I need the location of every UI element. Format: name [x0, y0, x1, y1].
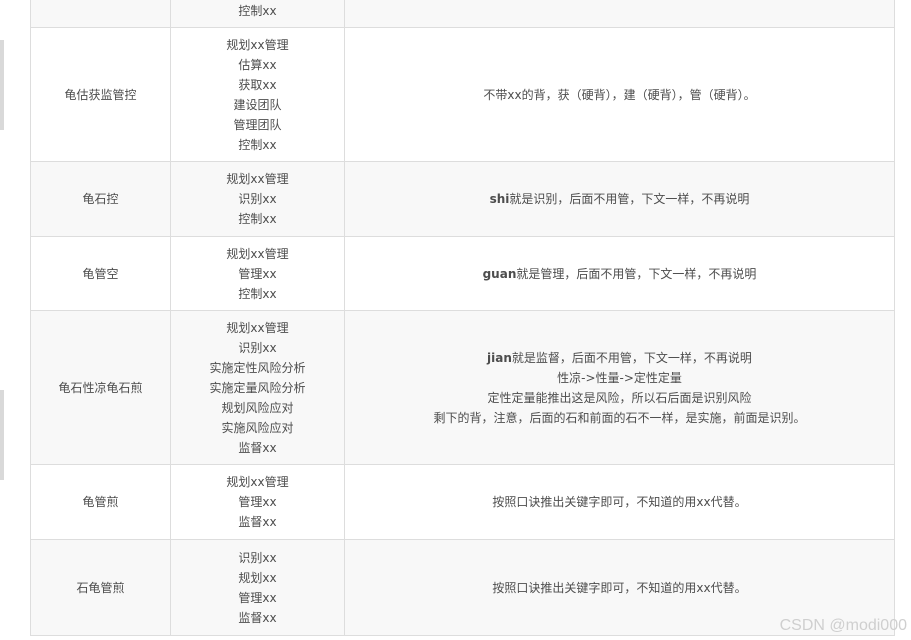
table-row: 龟石控 规划xx管理 识别xx 控制xx shi就是识别，后面不用管，下文一样，不再说明: [30, 161, 895, 237]
explanation-cell: guan就是管理，后面不用管，下文一样，不再说明: [344, 236, 895, 311]
explanation-line: 不带xx的背，获（硬背），建（硬背），管（硬背）。: [345, 85, 894, 105]
process-item: 实施风险应对: [221, 420, 294, 435]
explanation-line: guan就是管理，后面不用管，下文一样，不再说明: [345, 264, 894, 284]
process-item: 管理xx: [238, 590, 277, 605]
explanation-text: 按照口诀推出关键字即可，不知道的用xx代替。: [492, 495, 747, 509]
process-item: 管理xx: [238, 266, 277, 281]
mnemonic-cell: 龟估获监管控: [30, 27, 171, 162]
process-item: 规划xx管理: [226, 246, 289, 261]
process-item: 规划xx管理: [226, 172, 289, 186]
explanation-text: 就是管理，后面不用管，下文一样，不再说明: [516, 266, 757, 281]
mnemonic-cell: 龟石性凉龟石煎: [30, 310, 171, 465]
process-list-cell: 规划xx管理 识别xx 实施定性风险分析 实施定量风险分析 规划风险应对 实施风险应对 监督…: [170, 310, 345, 465]
process-list-cell: 规划xx管理 识别xx 控制xx: [170, 161, 345, 237]
table-row: 石龟管煎 识别xx 规划xx 管理xx 监督xx 按照口诀推出关键字即可，不知道的用xx代…: [30, 539, 895, 636]
mnemonic-cell: 龟石控: [30, 161, 171, 237]
process-item: 控制xx: [238, 4, 277, 18]
process-list-cell: 规划xx管理 估算xx 获取xx 建设团队管理团队控制xx: [170, 27, 345, 162]
explanation-text: 就是监督，后面不用管，下文一样，不再说明: [511, 350, 752, 365]
process-item: 监督xx: [238, 515, 277, 529]
table-row: 龟石性凉龟石煎 规划xx管理 识别xx 实施定性风险分析 实施定量风险分析 规划风险应对实…: [30, 310, 895, 465]
process-item: 获取xx: [238, 77, 277, 92]
process-item: 监督xx: [238, 440, 277, 455]
table-row: 控制xx: [30, 0, 895, 28]
explanation-text: 剩下的背，注意，后面的石和前面的石不一样，是实施，前面是识别。: [433, 410, 806, 425]
explanation-cell: shi就是识别，后面不用管，下文一样，不再说明: [344, 161, 895, 237]
mnemonic-cell: 龟管煎: [30, 464, 171, 540]
process-item: 识别xx: [238, 340, 277, 355]
process-item: 控制xx: [238, 286, 277, 301]
explanation-line: 按照口诀推出关键字即可，不知道的用xx代替。: [345, 578, 894, 598]
left-gutter: [0, 0, 4, 640]
explanation-line: 剩下的背，注意，后面的石和前面的石不一样，是实施，前面是识别。: [345, 408, 894, 428]
explanation-cell: [344, 0, 895, 28]
process-list-cell: 识别xx 规划xx 管理xx 监督xx: [170, 539, 345, 636]
process-list-cell: 规划xx管理 管理xx 监督xx: [170, 464, 345, 540]
process-item: 管理团队: [233, 117, 282, 132]
keyword-bold: guan: [482, 266, 517, 281]
mnemonic-table: 控制xx 龟估获监管控 规划xx管理 估算xx 获取xx 建设团队 管理团队 控制xx 不带xx…: [30, 0, 895, 636]
process-item: 实施定性风险分析: [209, 360, 306, 375]
process-list-cell: 规划xx管理 管理xx 控制xx: [170, 236, 345, 311]
process-item: 识别xx: [238, 550, 277, 565]
process-list-cell: 控制xx: [170, 0, 345, 28]
mnemonic-cell: 石龟管煎: [30, 539, 171, 636]
process-item: 规划xx管理: [226, 37, 289, 52]
explanation-text: 按照口诀推出关键字即可，不知道的用xx代替。: [492, 580, 747, 595]
explanation-text: 不带xx的背，获（硬背），建（硬背），管（硬背）。: [483, 87, 756, 102]
left-gutter-mark: [0, 40, 4, 130]
keyword-bold: jian: [487, 350, 512, 365]
table-row: 龟管空 规划xx管理 管理xx 控制xx guan就是管理，后面不用管，下文一样，不再说…: [30, 236, 895, 311]
explanation-text: 定性定量能推出这是风险，所以石后面是识别风险: [487, 390, 752, 405]
mnemonic-cell: [30, 0, 171, 28]
process-item: 规划xx: [238, 570, 277, 585]
process-item: 建设团队: [233, 97, 282, 112]
explanation-text: 性凉->性量->定性定量: [557, 370, 682, 385]
explanation-cell: 按照口诀推出关键字即可，不知道的用xx代替。: [344, 464, 895, 540]
process-item: 控制xx: [238, 212, 277, 226]
process-item: 控制xx: [238, 137, 277, 152]
explanation-line: 性凉->性量->定性定量: [345, 368, 894, 388]
table-row: 龟管煎 规划xx管理 管理xx 监督xx 按照口诀推出关键字即可，不知道的用xx代替。: [30, 464, 895, 540]
process-item: 规划xx管理: [226, 320, 289, 335]
process-item: 监督xx: [238, 610, 277, 625]
watermark: CSDN @modi000: [779, 617, 907, 634]
keyword-bold: shi: [489, 192, 510, 206]
process-item: 规划风险应对: [221, 400, 294, 415]
explanation-line: 定性定量能推出这是风险，所以石后面是识别风险: [345, 388, 894, 408]
explanation-cell: 不带xx的背，获（硬背），建（硬背），管（硬背）。: [344, 27, 895, 162]
process-item: 规划xx管理: [226, 475, 289, 489]
process-item: 估算xx: [238, 57, 277, 72]
process-item: 识别xx: [238, 192, 277, 206]
explanation-cell: jian就是监督，后面不用管，下文一样，不再说明性凉->性量->定性定量定性定量…: [344, 310, 895, 465]
explanation-line: 按照口诀推出关键字即可，不知道的用xx代替。: [345, 492, 894, 512]
explanation-line: jian就是监督，后面不用管，下文一样，不再说明: [345, 348, 894, 368]
explanation-line: shi就是识别，后面不用管，下文一样，不再说明: [345, 189, 894, 209]
left-gutter-mark: [0, 390, 4, 480]
mnemonic-cell: 龟管空: [30, 236, 171, 311]
explanation-text: 就是识别，后面不用管，下文一样，不再说明: [509, 192, 750, 206]
table-row: 龟估获监管控 规划xx管理 估算xx 获取xx 建设团队管理团队控制xx 不带xx的背，获…: [30, 27, 895, 162]
process-item: 管理xx: [238, 495, 277, 509]
process-item: 实施定量风险分析: [209, 380, 306, 395]
